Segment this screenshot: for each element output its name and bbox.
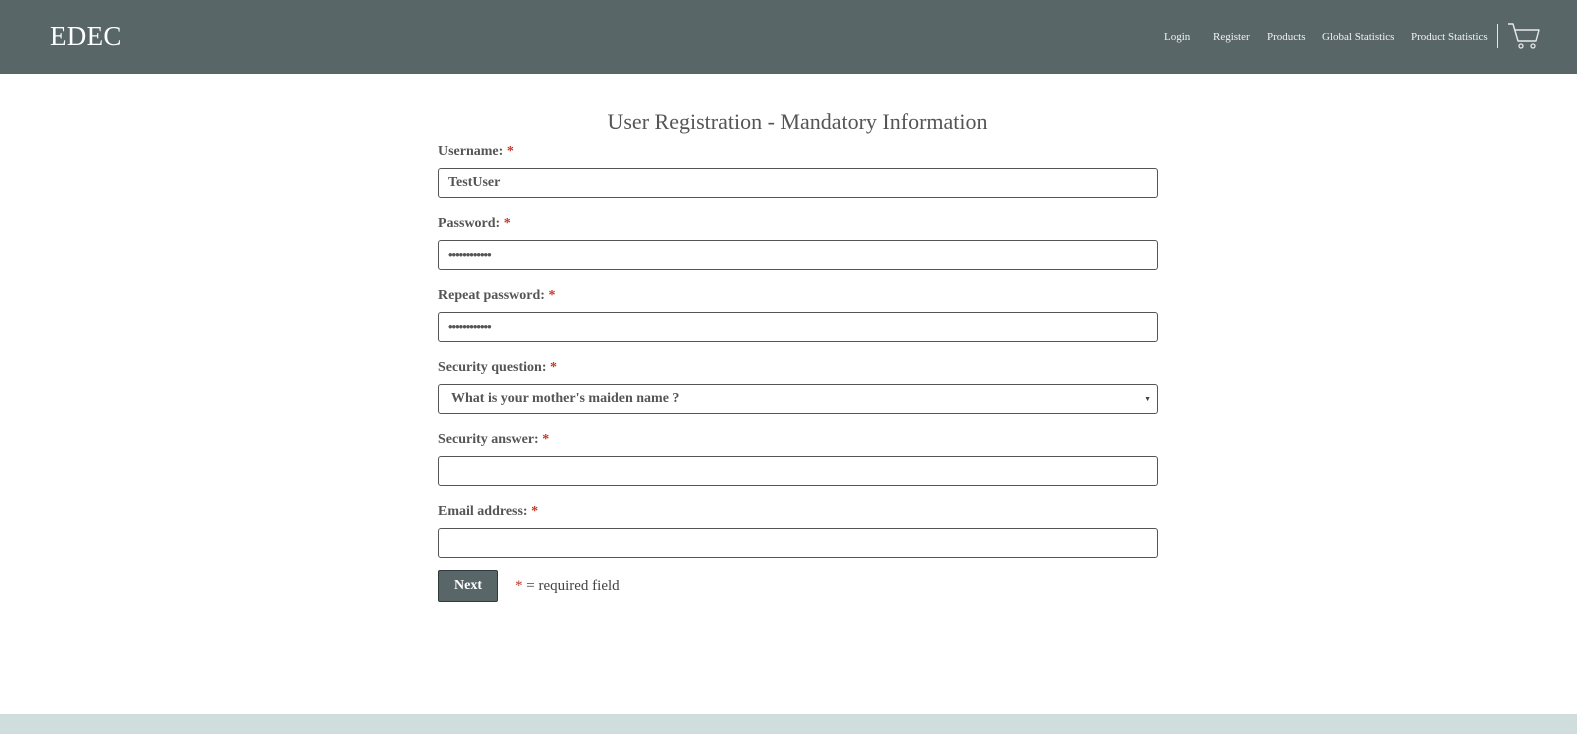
email-label: Email address: * — [438, 504, 538, 520]
required-note-text: = required field — [526, 578, 620, 594]
security-answer-input[interactable] — [438, 456, 1158, 486]
email-input[interactable] — [438, 528, 1158, 558]
required-asterisk: * — [550, 360, 557, 375]
security-answer-label: Security answer: * — [438, 432, 549, 448]
next-button[interactable]: Next — [438, 570, 498, 602]
required-asterisk: * — [515, 578, 523, 594]
nav-register-link[interactable]: Register — [1213, 31, 1250, 43]
password-label-text: Password: — [438, 216, 501, 231]
security-question-select[interactable]: What is your mother's maiden name ? ▼ — [438, 384, 1158, 414]
repeat-password-input[interactable]: •••••••••••• — [438, 312, 1158, 342]
username-input[interactable]: TestUser — [438, 168, 1158, 198]
security-answer-label-text: Security answer: — [438, 432, 539, 447]
security-question-label-text: Security question: — [438, 360, 547, 375]
chevron-down-icon: ▼ — [1144, 395, 1151, 403]
required-asterisk: * — [506, 144, 514, 159]
required-asterisk: * — [503, 216, 511, 231]
page-title: User Registration - Mandatory Informatio… — [607, 109, 988, 134]
footer-bar — [0, 714, 1577, 734]
username-label: Username: * — [438, 144, 514, 160]
nav-global-statistics-link[interactable]: Global Statistics — [1322, 31, 1394, 43]
repeat-password-label: Repeat password: * — [438, 288, 555, 304]
required-asterisk: * — [531, 504, 539, 519]
required-asterisk: * — [542, 432, 550, 447]
password-label: Password: * — [438, 216, 511, 232]
security-question-label: Security question: * — [438, 360, 557, 376]
password-value: •••••••••••• — [448, 247, 492, 262]
password-input[interactable]: •••••••••••• — [438, 240, 1158, 270]
repeat-password-value: •••••••••••• — [448, 319, 492, 334]
nav-login-link[interactable]: Login — [1164, 31, 1190, 43]
email-label-text: Email address: — [438, 504, 528, 519]
main-nav: Login Register Products Global Statistic… — [0, 31, 1577, 47]
nav-product-statistics-link[interactable]: Product Statistics — [1411, 31, 1488, 43]
top-navbar: EDEC Login Register Products Global Stat… — [0, 0, 1577, 74]
username-label-text: Username: — [438, 144, 504, 159]
nav-divider — [1497, 24, 1498, 48]
required-asterisk: * — [548, 288, 556, 303]
required-field-note: * = required field — [515, 578, 620, 595]
repeat-password-label-text: Repeat password: — [438, 288, 545, 303]
shopping-cart-icon[interactable] — [1507, 22, 1541, 50]
username-value: TestUser — [448, 175, 501, 190]
nav-products-link[interactable]: Products — [1267, 31, 1306, 43]
security-question-value: What is your mother's maiden name ? — [451, 391, 680, 406]
